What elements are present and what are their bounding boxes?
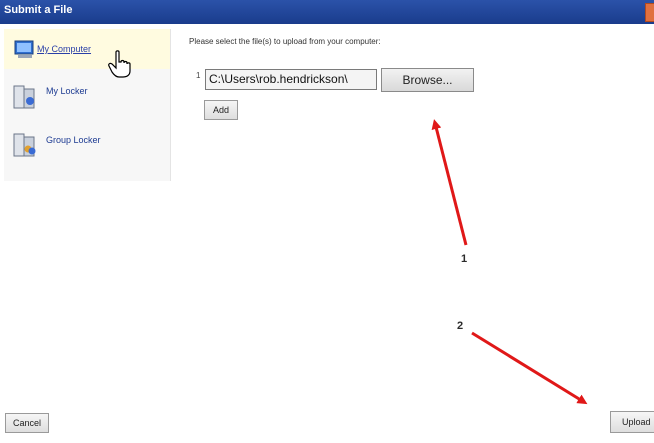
annotation-number-2: 2 [457, 320, 464, 332]
annotation-arrow-2 [471, 331, 588, 405]
annotation-arrow-1 [431, 119, 468, 246]
annotation-number-1: 1 [461, 253, 468, 265]
annotation-arrows [431, 119, 588, 405]
